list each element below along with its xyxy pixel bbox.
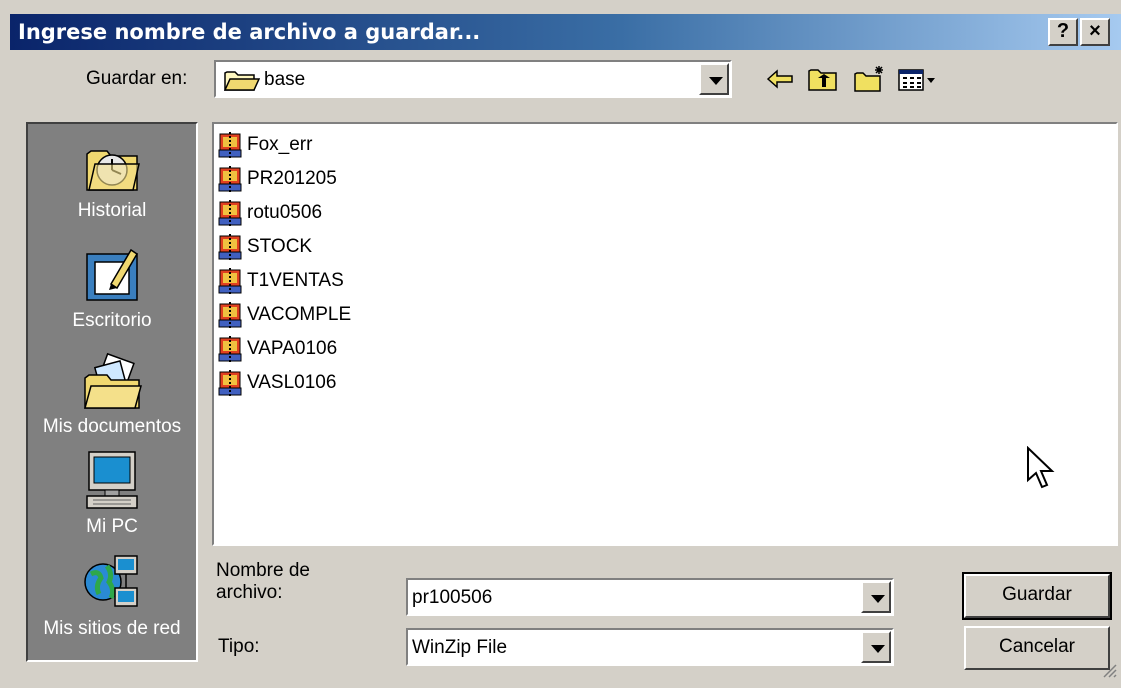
filename-input[interactable]: pr100506	[412, 587, 492, 609]
save-in-combo[interactable]: base	[214, 60, 732, 98]
winzip-file-icon	[218, 199, 244, 227]
save-in-value: base	[264, 69, 306, 90]
mouse-cursor-icon	[1026, 445, 1056, 496]
file-item-stock[interactable]: STOCK	[218, 232, 312, 262]
title-bar[interactable]: Ingrese nombre de archivo a guardar... ?…	[10, 14, 1121, 50]
back-arrow-icon[interactable]	[764, 64, 798, 94]
close-button[interactable]: ×	[1080, 18, 1110, 46]
file-item-fox-err[interactable]: Fox_err	[218, 130, 312, 160]
place-label: Historial	[77, 200, 147, 221]
place-mis-documentos[interactable]: Mis documentos	[28, 350, 196, 438]
winzip-file-icon	[218, 233, 244, 261]
winzip-file-icon	[218, 165, 244, 193]
save-in-label: Guardar en:	[86, 68, 188, 89]
place-escritorio[interactable]: Escritorio	[28, 244, 196, 332]
resize-grip-icon[interactable]	[1101, 662, 1117, 684]
file-name: VACOMPLE	[247, 304, 352, 325]
place-label: Mis sitios de red	[43, 618, 181, 639]
file-list[interactable]: Fox_err PR201205 rotu0506 STOCK T1VENTAS…	[212, 122, 1118, 546]
winzip-file-icon	[218, 301, 244, 329]
file-type-value: WinZip File	[412, 637, 508, 658]
file-name: STOCK	[247, 236, 313, 257]
winzip-file-icon	[218, 335, 244, 363]
chevron-down-icon[interactable]	[861, 631, 891, 663]
window-title: Ingrese nombre de archivo a guardar...	[18, 20, 481, 44]
place-mis-sitios-de-red[interactable]: Mis sitios de red	[28, 552, 196, 640]
winzip-file-icon	[218, 267, 244, 295]
save-dialog: Ingrese nombre de archivo a guardar... ?…	[0, 0, 1121, 688]
place-mi-pc[interactable]: Mi PC	[28, 450, 196, 538]
places-bar: Historial Escritorio Mis documentos Mi P…	[26, 122, 198, 662]
new-folder-icon[interactable]	[852, 64, 886, 94]
winzip-file-icon	[218, 369, 244, 397]
file-name: VAPA0106	[247, 338, 338, 359]
place-label: Mis documentos	[42, 416, 182, 437]
file-name: PR201205	[247, 168, 337, 189]
file-item-rotu0506[interactable]: rotu0506	[218, 198, 322, 228]
type-label: Tipo:	[218, 636, 260, 657]
help-button[interactable]: ?	[1048, 18, 1078, 46]
winzip-file-icon	[218, 131, 244, 159]
place-label: Escritorio	[72, 310, 152, 331]
network-places-icon	[81, 552, 143, 614]
file-type-combo[interactable]: WinZip File	[406, 628, 894, 666]
filename-label-line2: archivo:	[216, 582, 283, 603]
chevron-down-icon[interactable]	[861, 581, 891, 613]
file-item-pr201205[interactable]: PR201205	[218, 164, 337, 194]
file-item-vacomple[interactable]: VACOMPLE	[218, 300, 351, 330]
my-documents-icon	[81, 350, 143, 412]
up-folder-icon[interactable]	[806, 64, 840, 94]
desktop-icon	[81, 244, 143, 306]
filename-label: Nombre de archivo:	[216, 560, 310, 604]
folder-icon	[223, 68, 261, 98]
place-historial[interactable]: Historial	[28, 134, 196, 222]
view-menu-icon[interactable]	[896, 64, 940, 94]
file-item-t1ventas[interactable]: T1VENTAS	[218, 266, 344, 296]
file-name: Fox_err	[247, 134, 313, 155]
file-name: T1VENTAS	[247, 270, 344, 291]
history-icon	[81, 134, 143, 196]
save-button[interactable]: Guardar	[962, 572, 1112, 620]
filename-combo[interactable]: pr100506	[406, 578, 894, 616]
place-label: Mi PC	[86, 516, 138, 537]
file-item-vapa0106[interactable]: VAPA0106	[218, 334, 337, 364]
my-computer-icon	[81, 450, 143, 512]
chevron-down-icon[interactable]	[699, 63, 729, 95]
filename-label-line1: Nombre de	[216, 560, 310, 581]
file-name: VASL0106	[247, 372, 337, 393]
cancel-button[interactable]: Cancelar	[964, 626, 1110, 670]
file-item-vasl0106[interactable]: VASL0106	[218, 368, 336, 398]
file-name: rotu0506	[247, 202, 323, 223]
